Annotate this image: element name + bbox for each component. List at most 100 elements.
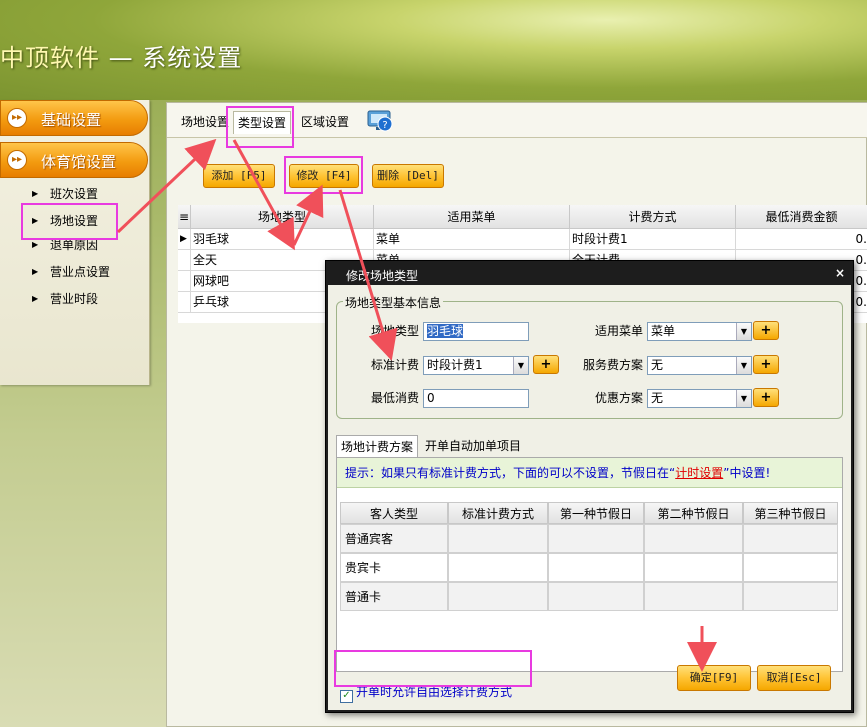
tab-billing-plan[interactable]: 场地计费方案 [336, 435, 419, 458]
nav-item-outlet[interactable]: ▶ 营业点设置 [32, 261, 142, 283]
column-header[interactable]: 最低消费金额 [736, 205, 867, 229]
discount-value: 无 [651, 391, 664, 405]
chevron-down-icon[interactable]: ▼ [513, 357, 528, 374]
std-billing-select[interactable]: 时段计费1 ▼ [423, 356, 529, 375]
add-discount-button[interactable]: + [753, 388, 779, 407]
add-service-fee-button[interactable]: + [753, 355, 779, 374]
cell-min: 0. [736, 229, 867, 250]
add-menu-button[interactable]: + [753, 321, 779, 340]
timing-settings-link[interactable]: 计时设置 [675, 466, 723, 480]
close-icon[interactable]: × [835, 266, 845, 280]
menu-select[interactable]: 菜单 ▼ [647, 322, 752, 341]
nav-item-label: 营业点设置 [50, 265, 111, 279]
service-fee-select[interactable]: 无 ▼ [647, 356, 752, 375]
menu-label: 适用菜单 [595, 324, 644, 338]
tab-venue[interactable]: 场地设置 [177, 111, 233, 133]
highlight-box [334, 650, 532, 687]
rate-column-header: 第二种节假日 [644, 502, 743, 524]
help-icon[interactable]: ? [367, 109, 393, 133]
nav-item-shift[interactable]: ▶ 班次设置 [32, 183, 142, 205]
nav-section-basic[interactable]: ▸▸ 基础设置 [0, 100, 148, 136]
highlight-box [284, 156, 363, 194]
service-fee-value: 无 [651, 358, 664, 372]
discount-label: 优惠方案 [595, 391, 644, 405]
nav-section-label: 体育馆设置 [41, 153, 117, 171]
checkbox-label: 开单时允许自由选择计费方式 [356, 685, 513, 699]
checkmark-icon[interactable]: ✓ [340, 690, 353, 703]
rate-column-header: 第一种节假日 [548, 502, 644, 524]
nav-item-label: 班次设置 [50, 187, 99, 201]
row-selector-header: ≡ [178, 205, 191, 229]
rate-cell[interactable] [548, 582, 644, 611]
rate-cell[interactable] [743, 553, 838, 582]
row-selector [178, 292, 191, 313]
nav-item-label: 营业时段 [50, 292, 99, 306]
dialog-body: 场地类型基本信息 场地类型 羽毛球 适用菜单 菜单 ▼ + 标准计费 时段计费1… [328, 285, 851, 710]
group-legend: 场地类型基本信息 [343, 294, 444, 311]
delete-button[interactable]: 删除 [Del] [372, 164, 444, 188]
highlight-box [226, 106, 294, 148]
hint-text: 提示：如果只有标准计费方式，下面的可以不设置，节假日在“计时设置”中设置! [337, 458, 842, 488]
edit-venue-type-dialog: 修改场地类型 × 场地类型基本信息 场地类型 羽毛球 适用菜单 菜单 ▼ + 标… [325, 260, 854, 713]
std-billing-label: 标准计费 [371, 358, 420, 372]
expand-icon: ▸▸ [7, 108, 27, 128]
app-header: 中顶软件 — 系统设置 [0, 0, 867, 100]
chevron-down-icon[interactable]: ▼ [736, 323, 751, 340]
app-title-rest: — 系统设置 [100, 44, 243, 72]
bullet-icon: ▶ [32, 267, 39, 276]
confirm-button[interactable]: 确定[F9] [677, 665, 751, 691]
tab-auto-add-items[interactable]: 开单自动加单项目 [421, 435, 525, 457]
column-header[interactable]: 场地类型 [191, 205, 374, 229]
venue-type-value: 羽毛球 [427, 324, 464, 338]
chevron-down-icon[interactable]: ▼ [736, 357, 751, 374]
rate-cell[interactable] [644, 582, 743, 611]
nav-section-gym[interactable]: ▸▸ 体育馆设置 [0, 142, 148, 178]
rate-column-header: 标准计费方式 [448, 502, 548, 524]
cell-type: 羽毛球 [191, 229, 374, 250]
rate-cell[interactable] [644, 553, 743, 582]
min-spend-label: 最低消费 [371, 391, 420, 405]
add-button[interactable]: 添加 [F5] [203, 164, 275, 188]
chevron-down-icon[interactable]: ▼ [736, 390, 751, 407]
rate-column-header: 客人类型 [340, 502, 448, 524]
rate-cell[interactable] [548, 553, 644, 582]
bullet-icon: ▶ [32, 189, 39, 198]
nav-section-label: 基础设置 [41, 111, 102, 129]
rate-cell[interactable] [743, 524, 838, 553]
expand-icon: ▸▸ [7, 150, 27, 170]
rate-column-header: 第三种节假日 [743, 502, 838, 524]
svg-text:?: ? [382, 120, 387, 131]
nav-item-business-hours[interactable]: ▶ 营业时段 [32, 288, 142, 310]
cancel-button[interactable]: 取消[Esc] [757, 665, 831, 691]
column-header[interactable]: 计费方式 [570, 205, 736, 229]
bullet-icon: ▶ [32, 294, 39, 303]
row-selector [178, 250, 191, 271]
rate-cell[interactable] [743, 582, 838, 611]
rate-cell[interactable] [448, 553, 548, 582]
rate-cell[interactable] [548, 524, 644, 553]
add-billing-button[interactable]: + [533, 355, 559, 374]
tab-area[interactable]: 区域设置 [297, 111, 353, 133]
min-spend-input[interactable]: 0 [423, 389, 529, 408]
cell-menu: 菜单 [374, 229, 570, 250]
column-header[interactable]: 适用菜单 [374, 205, 570, 229]
guest-type-cell: 贵宾卡 [340, 553, 448, 582]
basic-info-group: 场地类型基本信息 场地类型 羽毛球 适用菜单 菜单 ▼ + 标准计费 时段计费1… [336, 294, 843, 419]
row-pointer-icon: ▶ [178, 229, 191, 250]
venue-type-input[interactable]: 羽毛球 [423, 322, 529, 341]
app-title: 中顶软件 — 系统设置 [0, 38, 242, 73]
rate-cell[interactable] [448, 582, 548, 611]
highlight-box [21, 203, 118, 240]
hint-prefix: 提示：如果只有标准计费方式，下面的可以不设置，节假日在“ [345, 466, 676, 480]
app-brand: 中顶软件 [0, 44, 100, 72]
service-fee-label: 服务费方案 [583, 358, 644, 372]
guest-type-cell: 普通宾客 [340, 524, 448, 553]
left-navigation: ▸▸ 基础设置 ▸▸ 体育馆设置 ▶ 班次设置 ▶ 场地设置 ▶ 退单原因 ▶ 营业点设… [0, 100, 150, 385]
row-selector [178, 271, 191, 292]
discount-select[interactable]: 无 ▼ [647, 389, 752, 408]
dialog-title: 修改场地类型 [346, 269, 419, 283]
rate-cell[interactable] [448, 524, 548, 553]
std-billing-value: 时段计费1 [427, 358, 483, 372]
min-spend-value: 0 [427, 391, 435, 405]
rate-cell[interactable] [644, 524, 743, 553]
